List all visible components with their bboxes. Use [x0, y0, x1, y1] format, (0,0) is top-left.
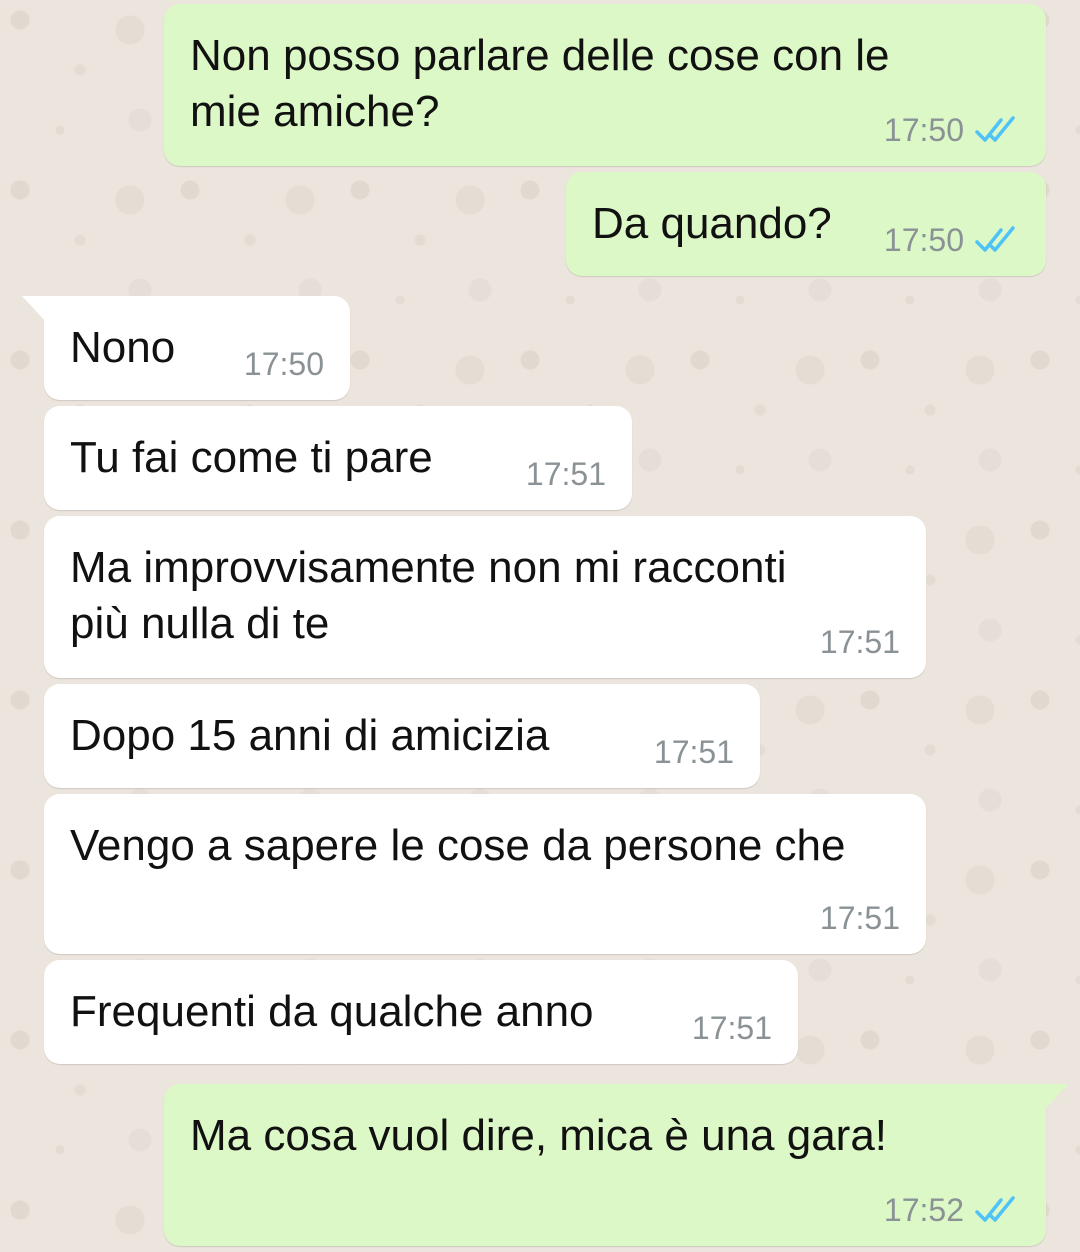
message-meta: 17:51	[654, 732, 734, 772]
message-timestamp: 17:50	[243, 346, 324, 382]
message-timestamp: 17:50	[883, 222, 964, 258]
message-bubble-incoming[interactable]: Nono 17:50	[22, 296, 350, 400]
message-text: Dopo 15 anni di amicizia	[70, 711, 550, 760]
message-bubble-outgoing[interactable]: Non posso parlare delle cose con le mie …	[164, 4, 1046, 166]
double-check-icon	[974, 115, 1020, 145]
message-text: Vengo a sapere le cose da persone che	[70, 821, 846, 870]
message-meta: 17:51	[526, 454, 606, 494]
message-meta: 17:50	[244, 344, 324, 384]
message-bubble-incoming[interactable]: Vengo a sapere le cose da persone che 17…	[44, 794, 926, 954]
message-meta: 17:51	[820, 898, 900, 938]
message-timestamp: 17:50	[883, 112, 964, 148]
message-bubble-incoming[interactable]: Tu fai come ti pare 17:51	[44, 406, 632, 510]
message-bubble-outgoing[interactable]: Da quando? 17:50	[566, 172, 1046, 276]
chat-conversation: Non posso parlare delle cose con le mie …	[0, 0, 1080, 1252]
message-meta: 17:51	[692, 1008, 772, 1048]
double-check-icon	[974, 225, 1020, 255]
message-text: Ma improvvisamente non mi racconti più n…	[70, 543, 787, 648]
message-bubble-incoming[interactable]: Dopo 15 anni di amicizia 17:51	[44, 684, 760, 788]
message-timestamp: 17:51	[819, 624, 900, 660]
message-bubble-incoming[interactable]: Frequenti da qualche anno 17:51	[44, 960, 798, 1064]
message-text: Ma cosa vuol dire, mica è una gara!	[190, 1111, 888, 1160]
message-timestamp: 17:51	[819, 900, 900, 936]
message-meta: 17:50	[884, 220, 1020, 260]
message-meta: 17:51	[820, 622, 900, 662]
message-text: Frequenti da qualche anno	[70, 987, 594, 1036]
message-timestamp: 17:52	[883, 1192, 964, 1228]
message-timestamp: 17:51	[653, 734, 734, 770]
message-bubble-incoming[interactable]: Ma improvvisamente non mi racconti più n…	[44, 516, 926, 678]
message-meta: 17:50	[884, 110, 1020, 150]
message-meta: 17:52	[884, 1190, 1020, 1230]
double-check-icon	[974, 1195, 1020, 1225]
message-timestamp: 17:51	[691, 1010, 772, 1046]
message-timestamp: 17:51	[525, 456, 606, 492]
message-bubble-outgoing[interactable]: Ma cosa vuol dire, mica è una gara! 17:5…	[164, 1084, 1068, 1246]
